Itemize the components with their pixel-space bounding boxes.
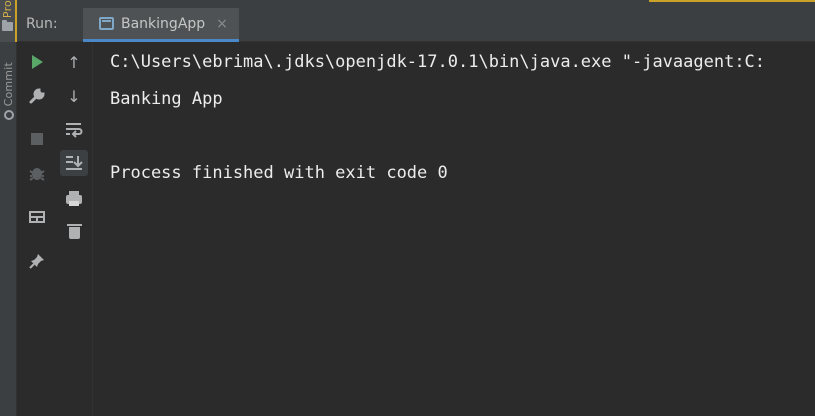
print-button[interactable] — [60, 186, 88, 212]
stop-icon — [31, 133, 43, 145]
up-button[interactable]: ↑ — [60, 49, 88, 75]
console-output[interactable]: C:\Users\ebrima\.jdks\openjdk-17.0.1\bin… — [94, 43, 815, 416]
header-accent-line — [649, 0, 815, 2]
run-label: Run: — [26, 16, 58, 32]
pin-button[interactable] — [23, 248, 51, 274]
bug-icon — [29, 168, 45, 181]
layout-icon — [29, 211, 45, 223]
console-line: Process finished with exit code 0 — [110, 163, 448, 183]
down-button[interactable]: ↓ — [60, 83, 88, 109]
tab-label: BankingApp — [121, 15, 206, 32]
console-line: Banking App — [110, 89, 223, 109]
rerun-button[interactable] — [23, 49, 51, 75]
run-tool-window: Pro Commit Run: BankingApp × ↑ ↓ C:\User… — [0, 0, 815, 416]
commit-tab-label: Commit — [2, 62, 15, 107]
clear-button[interactable] — [60, 218, 88, 244]
settings-button[interactable] — [23, 83, 51, 109]
stop-button[interactable] — [23, 126, 51, 152]
console-window-icon — [99, 17, 114, 30]
arrow-up-icon: ↑ — [67, 52, 81, 72]
project-tab-label: Pro — [1, 0, 14, 19]
close-icon[interactable]: × — [216, 16, 228, 32]
wrench-icon — [29, 88, 45, 104]
commit-icon — [3, 110, 14, 121]
layout-button[interactable] — [23, 204, 51, 230]
project-tool-tab[interactable]: Pro — [0, 0, 17, 42]
run-header: Run: BankingApp × — [17, 0, 815, 42]
printer-icon — [66, 190, 82, 206]
folder-icon — [2, 20, 13, 32]
tool-window-strip: Pro Commit — [0, 0, 17, 416]
soft-wrap-icon — [66, 123, 83, 138]
debug-button[interactable] — [23, 160, 51, 186]
soft-wrap-button[interactable] — [60, 117, 88, 143]
trash-icon — [66, 223, 82, 239]
console-line: C:\Users\ebrima\.jdks\openjdk-17.0.1\bin… — [110, 52, 766, 72]
pin-icon — [29, 254, 44, 269]
scroll-to-end-button[interactable] — [60, 150, 88, 176]
run-toolbar-secondary: ↑ ↓ — [57, 43, 93, 416]
run-toolbar-primary — [17, 43, 57, 416]
arrow-down-icon: ↓ — [67, 86, 81, 106]
tab-bankingapp[interactable]: BankingApp × — [83, 8, 239, 42]
commit-tool-tab[interactable]: Commit — [0, 62, 17, 121]
scroll-to-end-icon — [66, 156, 83, 170]
play-icon — [31, 55, 43, 69]
